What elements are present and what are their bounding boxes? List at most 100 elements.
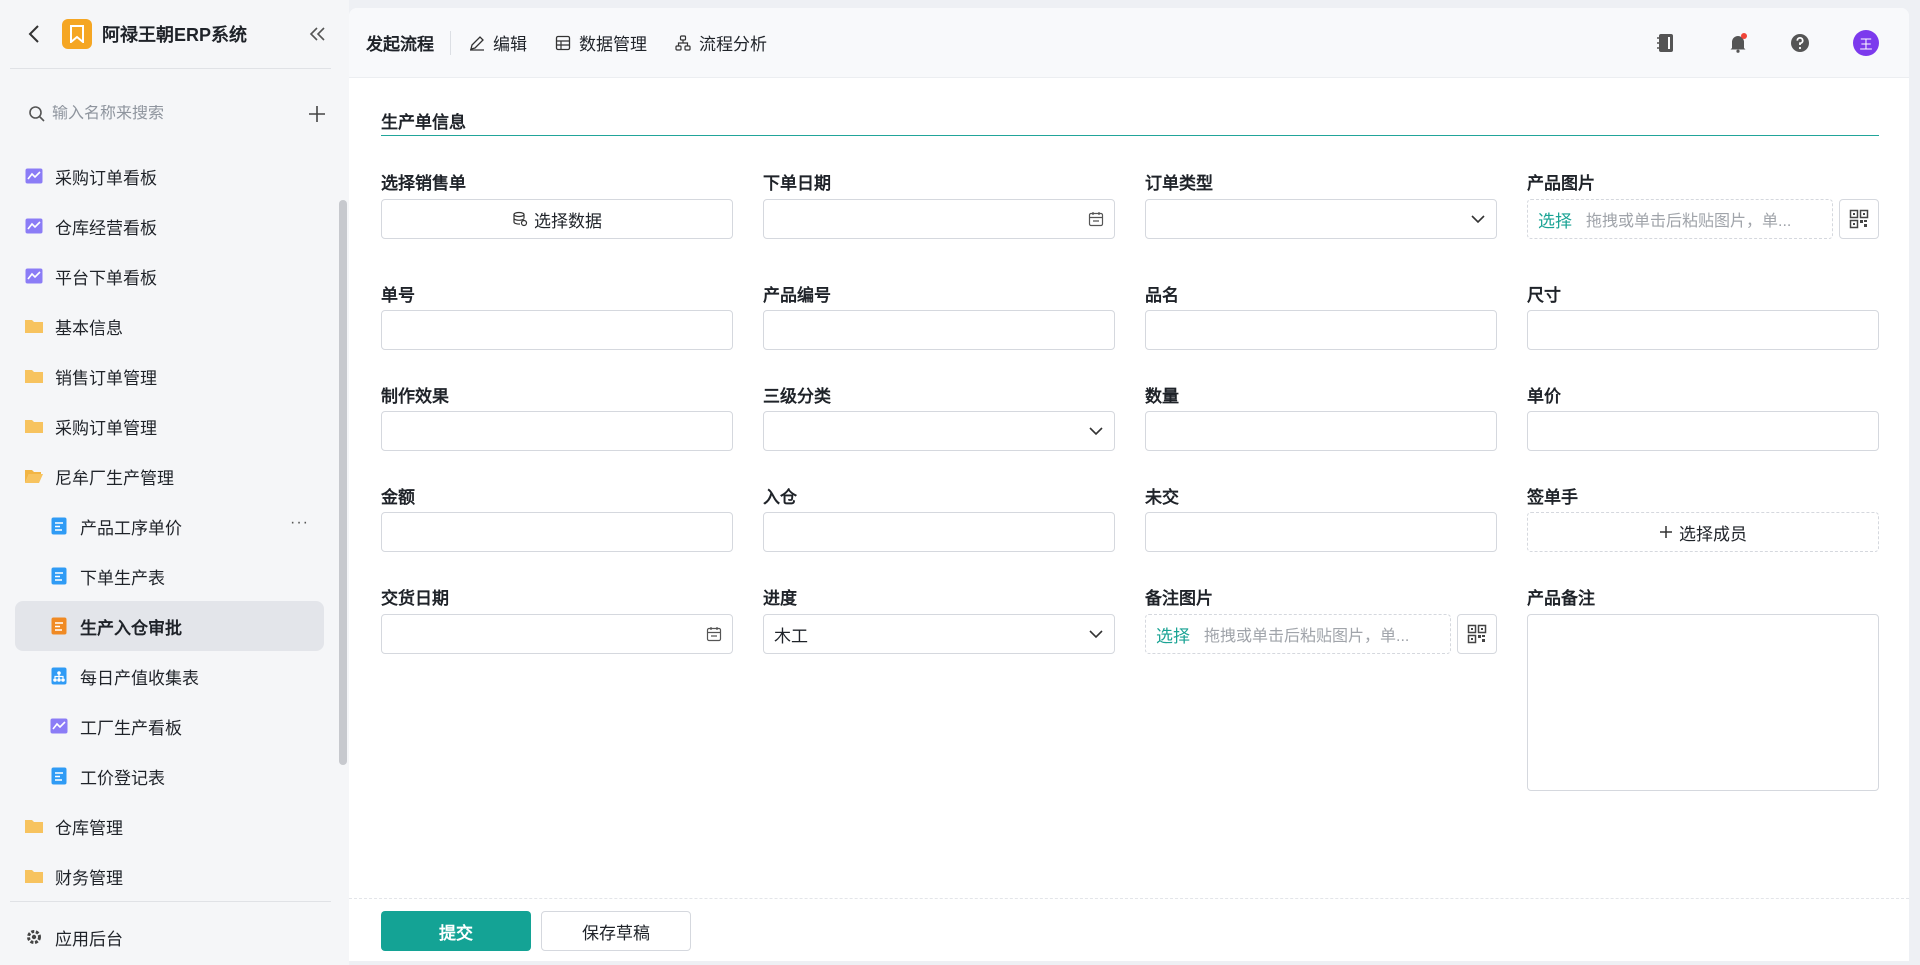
gear-icon (24, 927, 44, 947)
product-image-upload[interactable]: 选择 拖拽或单击后粘贴图片，单... (1527, 199, 1833, 239)
folder-icon (24, 416, 44, 436)
progress-select[interactable]: 木工 (763, 614, 1115, 654)
quantity-field[interactable] (1145, 411, 1497, 451)
folder-open-icon (24, 466, 44, 486)
amount-field[interactable] (381, 512, 733, 552)
order-date-field[interactable] (763, 199, 1115, 239)
tab-edit[interactable]: 编辑 (469, 30, 527, 55)
effect-field[interactable] (381, 411, 733, 451)
tab-process-analysis[interactable]: 流程分析 (675, 30, 767, 55)
upload-select-link[interactable]: 选择 (1538, 207, 1572, 232)
add-button[interactable] (303, 100, 331, 128)
product-code-input[interactable] (774, 321, 1104, 339)
tab-label: 流程分析 (699, 35, 767, 54)
remark-image-upload[interactable]: 选择 拖拽或单击后粘贴图片，单... (1145, 614, 1451, 654)
undelivered-input[interactable] (1156, 523, 1486, 541)
warehoused-input[interactable] (774, 523, 1104, 541)
sidebar-search-input[interactable] (52, 105, 303, 123)
approval-icon (49, 616, 69, 636)
chart-icon (49, 716, 69, 736)
sidebar-item-label: 仓库管理 (55, 818, 123, 838)
size-field[interactable] (1527, 310, 1879, 350)
order-date-input[interactable] (774, 210, 1088, 228)
quantity-input[interactable] (1156, 422, 1486, 440)
label-remark-image: 备注图片 (1145, 589, 1213, 608)
submit-button[interactable]: 提交 (381, 911, 531, 951)
user-avatar[interactable]: 王 (1853, 30, 1879, 56)
order-no-field[interactable] (381, 310, 733, 350)
form-icon (49, 766, 69, 786)
product-image-qr-button[interactable] (1839, 199, 1879, 239)
sidebar-item-purchase-order-board[interactable]: 采购订单看板 (0, 151, 349, 201)
sidebar-item-process-price[interactable]: 产品工序单价 ··· (0, 501, 349, 551)
product-name-input[interactable] (1156, 321, 1486, 339)
upload-select-link[interactable]: 选择 (1156, 622, 1190, 647)
order-type-select[interactable] (1145, 199, 1497, 239)
product-code-field[interactable] (763, 310, 1115, 350)
sidebar-item-label: 基本信息 (55, 318, 123, 338)
sidebar-item-label: 仓库经营看板 (55, 218, 157, 238)
sidebar-item-factory-production[interactable]: 尼牟厂生产管理 (0, 451, 349, 501)
delivery-date-field[interactable] (381, 614, 733, 654)
sidebar-item-warehousing-approval[interactable]: 生产入仓审批 (15, 601, 324, 651)
label-product-code: 产品编号 (763, 286, 831, 305)
sidebar-item-factory-board[interactable]: 工厂生产看板 (0, 701, 349, 751)
help-button[interactable] (1787, 30, 1813, 56)
product-name-field[interactable] (1145, 310, 1497, 350)
remark-image-qr-button[interactable] (1457, 614, 1497, 654)
sidebar-item-wage-register[interactable]: 工价登记表 (0, 751, 349, 801)
chevron-left-icon (28, 25, 39, 43)
effect-input[interactable] (392, 422, 722, 440)
bell-icon (1730, 33, 1747, 53)
sidebar-item-warehouse-board[interactable]: 仓库经营看板 (0, 201, 349, 251)
toolbar-divider (450, 30, 451, 55)
label-effect: 制作效果 (381, 387, 449, 406)
select-member-button[interactable]: 选择成员 (1527, 512, 1879, 552)
app-admin-button[interactable]: 应用后台 (0, 912, 349, 962)
label-signer: 签单手 (1527, 488, 1578, 507)
sidebar-item-purchase-order[interactable]: 采购订单管理 (0, 401, 349, 451)
notification-button[interactable] (1725, 30, 1751, 56)
flow-icon (675, 34, 691, 51)
category3-select[interactable] (763, 411, 1115, 451)
warehoused-field[interactable] (763, 512, 1115, 552)
more-options-button[interactable]: ··· (290, 514, 309, 532)
undelivered-field[interactable] (1145, 512, 1497, 552)
sidebar-item-warehouse[interactable]: 仓库管理 (0, 801, 349, 851)
back-button[interactable] (22, 22, 46, 46)
tab-start-process[interactable]: 发起流程 (366, 30, 434, 55)
label-product-name: 品名 (1145, 286, 1179, 305)
upload-placeholder: 拖拽或单击后粘贴图片，单... (1586, 213, 1792, 230)
app-title: 阿禄王朝ERP系统 (102, 25, 248, 45)
label-amount: 金额 (381, 488, 415, 507)
sidebar-item-platform-order-board[interactable]: 平台下单看板 (0, 251, 349, 301)
label-quantity: 数量 (1145, 387, 1179, 406)
sidebar-item-daily-output[interactable]: 每日产值收集表 (0, 651, 349, 701)
delivery-date-input[interactable] (392, 625, 706, 643)
tab-data-management[interactable]: 数据管理 (555, 30, 647, 55)
pencil-icon (469, 35, 485, 51)
sidebar-item-finance[interactable]: 财务管理 (0, 851, 349, 901)
sidebar-item-basic-info[interactable]: 基本信息 (0, 301, 349, 351)
chevron-down-icon (1088, 426, 1104, 436)
section-title: 生产单信息 (381, 113, 466, 132)
size-input[interactable] (1538, 321, 1868, 339)
sidebar-item-label: 平台下单看板 (55, 268, 157, 288)
unit-price-field[interactable] (1527, 411, 1879, 451)
sidebar-item-sales-order[interactable]: 销售订单管理 (0, 351, 349, 401)
product-remark-field[interactable] (1527, 614, 1879, 791)
notebook-button[interactable] (1653, 30, 1679, 56)
sidebar-item-production-order[interactable]: 下单生产表 (0, 551, 349, 601)
unit-price-input[interactable] (1538, 422, 1868, 440)
toolbar-actions: 王 (1653, 8, 1909, 78)
collapse-sidebar-button[interactable] (305, 22, 329, 46)
select-data-button[interactable]: 选择数据 (381, 199, 733, 239)
sidebar-scrollbar[interactable] (339, 200, 347, 765)
search-icon (29, 106, 45, 122)
order-no-input[interactable] (392, 321, 722, 339)
product-remark-textarea[interactable] (1528, 615, 1878, 790)
amount-input[interactable] (392, 523, 722, 541)
sidebar-item-label: 财务管理 (55, 868, 123, 888)
main-panel: 发起流程 编辑 数据管理 流程分析 王 生产单信息 选择销售单 选择数据 下单日… (349, 8, 1909, 961)
save-draft-button[interactable]: 保存草稿 (541, 911, 691, 951)
